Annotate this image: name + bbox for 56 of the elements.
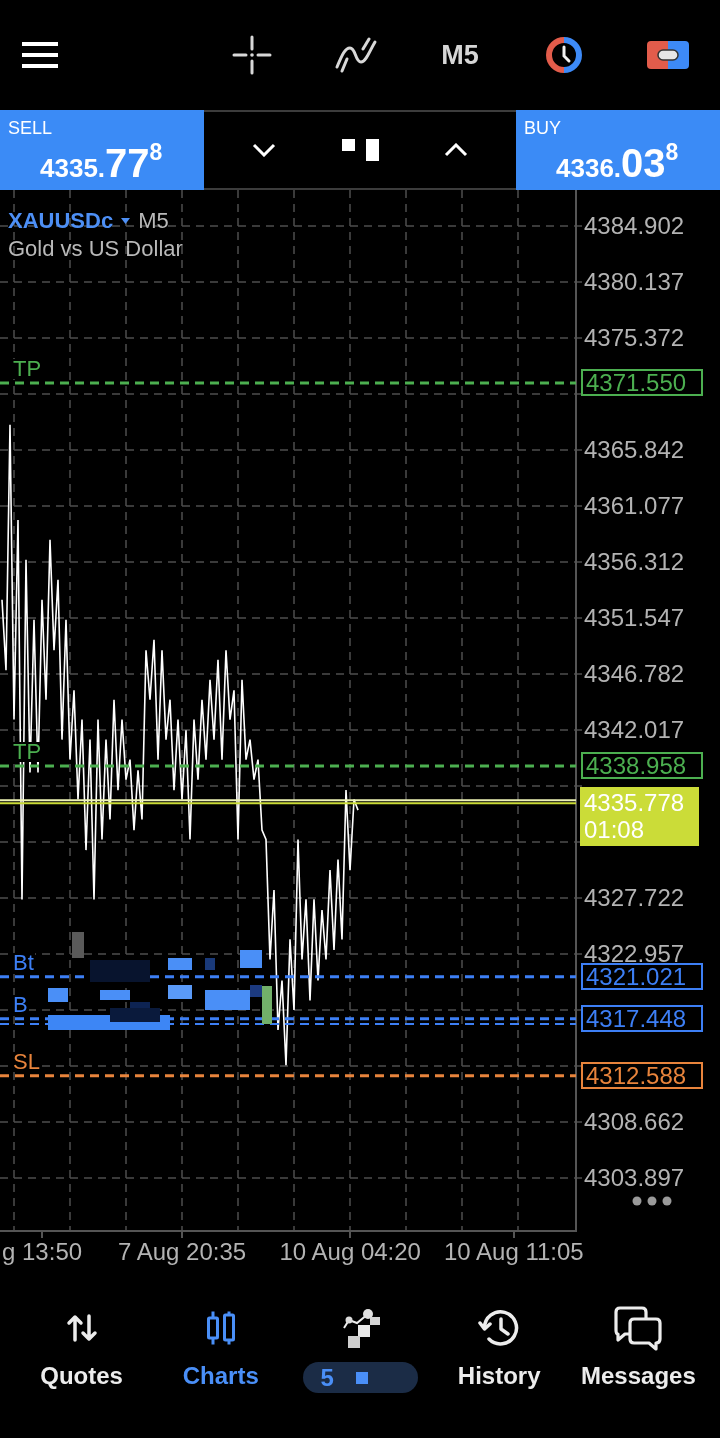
price-tag: 4312.588 (581, 1062, 703, 1090)
chart-timeframe: M5 (138, 207, 169, 235)
clock-icon[interactable] (543, 37, 585, 73)
line-label: SL (12, 1051, 41, 1072)
line-label: Bt (12, 952, 35, 973)
pixelated-icon (340, 1308, 380, 1348)
nav-tab[interactable]: Quotes (12, 1306, 152, 1438)
price-label: 4308.662 (584, 1111, 685, 1132)
price-tag: 4317.448 (581, 1005, 703, 1033)
price-label: 4351.547 (584, 608, 685, 628)
caret-icon[interactable] (121, 218, 131, 224)
price-label: 4356.312 (584, 552, 685, 572)
buy-button[interactable]: BUY 4336.03$^{8}$ (516, 110, 720, 190)
line-label: TP (12, 741, 43, 762)
time-label: 10 Aug 11:05 (444, 1238, 584, 1266)
price-tag: 4321.021 (581, 963, 703, 991)
tag-price: 4335.778 (584, 789, 686, 817)
nav-tab[interactable]: Charts (151, 1306, 291, 1438)
line-label: TP (12, 358, 43, 379)
history-icon (478, 1308, 521, 1348)
nav-tab[interactable]: History (429, 1306, 569, 1438)
symbol-name[interactable]: XAUUSDc (8, 207, 114, 235)
up-down-arrows-icon (65, 1314, 98, 1342)
price-label: 4342.017 (584, 720, 685, 740)
pill-value: 5 (320, 1363, 334, 1392)
nav-tab[interactable]: 5 (290, 1306, 430, 1438)
nav-tab[interactable]: Messages (568, 1306, 708, 1438)
price-label: 4346.782 (584, 664, 685, 684)
time-label: 7 Aug 20:35 (118, 1238, 247, 1266)
price-label: 4327.722 (584, 888, 685, 908)
pixel-blocks-icon[interactable] (341, 139, 379, 161)
price-label: 4361.077 (584, 496, 685, 517)
more-icon[interactable] (632, 1196, 672, 1206)
time-label: 10 Aug 04:20 (279, 1238, 421, 1266)
price-label: 4375.372 (584, 328, 685, 349)
crosshair-icon[interactable] (232, 35, 272, 75)
price-tag: 4371.550 (581, 369, 703, 397)
chat-bubbles-icon (613, 1305, 664, 1351)
line-label: B (12, 994, 29, 1015)
chevron-up-icon[interactable] (444, 143, 468, 157)
time-label: g 13:50 (2, 1238, 83, 1266)
tag-countdown: 01:08 (584, 816, 646, 844)
symbol-description: Gold vs US Dollar (8, 235, 183, 263)
wave-icon[interactable] (334, 37, 378, 73)
sell-button[interactable]: SELL 4335.77$^{8}$ (0, 110, 204, 190)
price-label: 4322.957 (584, 944, 685, 964)
timeframe-button[interactable]: M5 (441, 40, 479, 70)
price-label: 4384.902 (584, 216, 685, 237)
price-tag: 4338.958 (581, 752, 703, 780)
chevron-down-icon[interactable] (252, 143, 276, 157)
toggle-icon[interactable] (647, 41, 689, 69)
square-icon (355, 1371, 368, 1384)
price-label: 4365.842 (584, 440, 685, 461)
price-label: 4303.897 (584, 1167, 685, 1188)
price-label: 4380.137 (584, 272, 685, 293)
menu-icon[interactable] (22, 42, 58, 68)
